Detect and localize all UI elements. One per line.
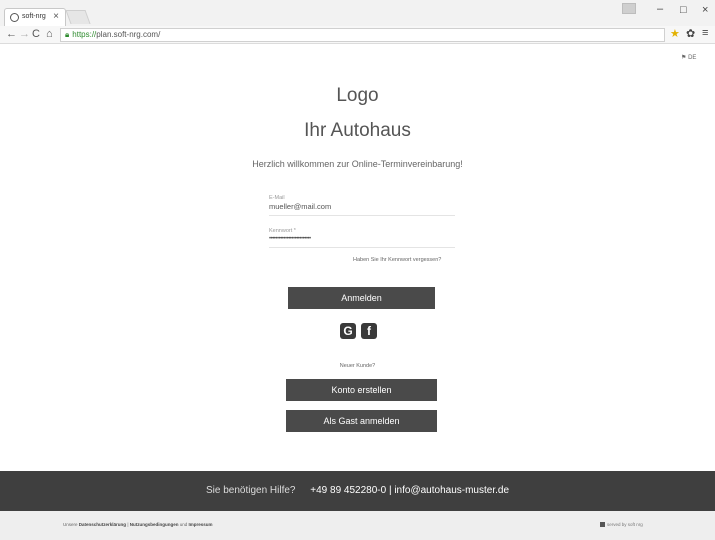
new-customer-text: Neuer Kunde? (339, 363, 376, 369)
forward-arrow-icon[interactable]: → (19, 28, 30, 40)
legal-separator: | (127, 522, 129, 527)
imprint-link[interactable]: Impressum (189, 522, 213, 527)
legal-links: Unsere Datenschutzerklärung | Nutzungsbe… (63, 522, 213, 527)
profile-icon[interactable] (622, 3, 636, 14)
back-arrow-icon[interactable]: ← (6, 28, 17, 40)
page-title: Ihr Autohaus (304, 120, 411, 141)
url-host: plan.soft-nrg.com/ (96, 30, 161, 39)
flag-icon: ⚑ (681, 55, 687, 61)
privacy-link[interactable]: Datenschutzerklärung (79, 522, 126, 527)
guest-login-button[interactable]: Als Gast anmelden (286, 410, 437, 432)
tab-title: soft-nrg (22, 13, 46, 20)
browser-tab[interactable]: soft-nrg × (4, 8, 66, 26)
help-footer: Sie benötigen Hilfe? +49 89 452280-0 | i… (0, 471, 715, 511)
new-tab-button[interactable] (65, 10, 91, 24)
terms-link[interactable]: Nutzungsbedingungen (130, 522, 179, 527)
window-minimize-button[interactable]: – (657, 3, 663, 15)
language-label: DE (688, 55, 697, 61)
legal-and: und (179, 522, 188, 527)
home-icon[interactable]: ⌂ (46, 28, 53, 40)
create-account-button[interactable]: Konto erstellen (286, 379, 437, 401)
email-value[interactable]: mueller@mail.com (269, 202, 455, 211)
browser-toolbar: ← → C ⌂ 🔒︎ https://plan.soft-nrg.com/ ★ ✿… (0, 26, 715, 44)
lock-icon: 🔒︎ (65, 30, 70, 39)
powered-by-text: served by soft nrg (607, 522, 643, 527)
google-login-icon[interactable]: G (340, 323, 356, 339)
login-button[interactable]: Anmelden (288, 287, 435, 309)
tab-close-icon[interactable]: × (53, 11, 59, 22)
window-close-button[interactable]: × (702, 4, 708, 16)
password-value[interactable]: •••••••••••••••••••••••••• (269, 236, 455, 242)
browser-tab-bar: soft-nrg × – □ × (0, 0, 715, 26)
welcome-text: Herzlich willkommen zur Online-Terminver… (252, 159, 463, 169)
contact-info[interactable]: +49 89 452280-0 | info@autohaus-muster.d… (310, 485, 509, 496)
vendor-logo-icon (600, 522, 605, 528)
bookmark-star-icon[interactable]: ★ (670, 27, 680, 40)
url-input[interactable]: 🔒︎ https://plan.soft-nrg.com/ (60, 28, 665, 42)
password-field[interactable]: Kennwort * •••••••••••••••••••••••••• (269, 228, 455, 248)
legal-prefix: Unsere (63, 522, 78, 527)
help-text: Sie benötigen Hilfe? (205, 485, 296, 496)
url-scheme: https:// (72, 30, 97, 39)
facebook-login-icon[interactable]: f (361, 323, 377, 339)
password-label: Kennwort * (269, 228, 296, 234)
site-favicon-icon (10, 13, 19, 22)
legal-footer: Unsere Datenschutzerklärung | Nutzungsbe… (0, 511, 715, 540)
window-maximize-button[interactable]: □ (680, 4, 687, 16)
email-label: E-Mail (269, 195, 285, 201)
reload-icon[interactable]: C (32, 28, 40, 40)
extension-icon[interactable]: ✿ (686, 27, 695, 40)
powered-by[interactable]: served by soft nrg (600, 522, 643, 528)
logo: Logo (336, 85, 379, 106)
browser-menu-icon[interactable]: ≡ (702, 27, 708, 39)
forgot-password-link[interactable]: Haben Sie Ihr Kennwort vergessen? (353, 257, 441, 263)
email-field[interactable]: E-Mail mueller@mail.com (269, 195, 455, 216)
language-switcher[interactable]: ⚑ DE (681, 54, 696, 61)
